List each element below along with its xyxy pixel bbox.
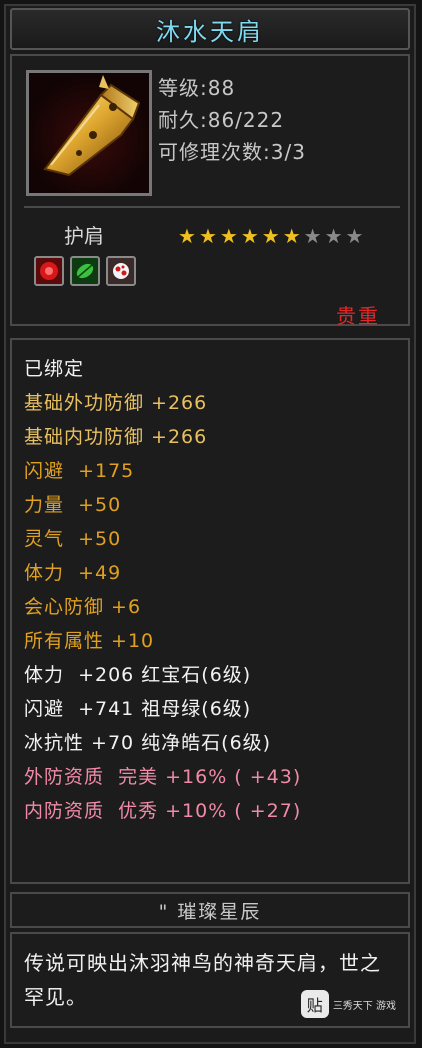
star-filled-icon: ★ <box>178 224 196 248</box>
gem-sockets <box>34 256 136 286</box>
attribute-line: 体力 +49 <box>24 562 122 584</box>
attribute-line: 基础内功防御 +266 <box>24 426 208 448</box>
set-name-bar: " 璀璨星辰 <box>10 892 410 928</box>
attribute-line: 灵气 +50 <box>24 528 122 550</box>
repair-count-text: 可修理次数:3/3 <box>158 140 306 164</box>
star-filled-icon: ★ <box>282 224 301 248</box>
durability-text: 耐久:86/222 <box>158 108 285 132</box>
description-panel: 传说可映出沐羽神鸟的神奇天肩，世之罕见。 贴 三秀天下 游戏 <box>10 932 410 1028</box>
rarity-label: 贵重 <box>336 304 380 328</box>
item-type-label: 护肩 <box>64 224 104 248</box>
star-empty-icon: ★ <box>303 224 322 248</box>
attribute-line: 外防资质 完美 +16% ( +43) <box>24 766 302 788</box>
attributes-panel: 已绑定基础外功防御 +266 基础内功防御 +266 闪避 +175 力量 +50 灵气… <box>10 338 410 884</box>
attribute-line: 已绑定 <box>24 358 85 380</box>
watermark-logo: 贴 <box>300 990 329 1018</box>
item-title: 沐水天肩 <box>156 17 264 46</box>
item-icon <box>26 70 152 196</box>
attribute-line: 闪避 +741 祖母绿(6级) <box>24 698 252 720</box>
red-gem-icon[interactable] <box>34 256 64 286</box>
star-empty-icon: ★ <box>324 224 343 248</box>
star-filled-icon: ★ <box>198 224 217 248</box>
star-filled-icon: ★ <box>261 224 280 248</box>
star-filled-icon: ★ <box>219 224 238 248</box>
attribute-line: 闪避 +175 <box>24 460 135 482</box>
attribute-line: 基础外功防御 +266 <box>24 392 208 414</box>
set-name: " 璀璨星辰 <box>158 900 262 923</box>
shoulder-pad-icon <box>43 75 141 177</box>
white-red-flower-icon[interactable] <box>106 256 136 286</box>
watermark: 贴 三秀天下 游戏 <box>300 990 396 1018</box>
title-bar: 沐水天肩 <box>10 8 410 50</box>
attribute-line: 冰抗性 +70 纯净皓石(6级) <box>24 732 272 754</box>
level-text: 等级:88 <box>158 76 236 100</box>
green-leaf-icon[interactable] <box>70 256 100 286</box>
attribute-line: 体力 +206 红宝石(6级) <box>24 664 252 686</box>
item-header-panel: 等级:88 耐久:86/222 可修理次数:3/3 护肩 ★ ★ ★ ★ ★ ★ ★ ★ ★ 贵… <box>10 54 410 328</box>
attribute-line: 会心防御 +6 <box>24 596 142 618</box>
divider <box>24 206 400 208</box>
star-rating: ★ ★ ★ ★ ★ ★ ★ ★ ★ <box>178 226 363 246</box>
watermark-text: 三秀天下 游戏 <box>332 1000 396 1012</box>
attribute-line: 所有属性 +10 <box>24 630 155 652</box>
star-filled-icon: ★ <box>240 224 259 248</box>
attribute-line: 内防资质 优秀 +10% ( +27) <box>24 800 302 822</box>
star-empty-icon: ★ <box>345 224 364 248</box>
attribute-line: 力量 +50 <box>24 494 122 516</box>
